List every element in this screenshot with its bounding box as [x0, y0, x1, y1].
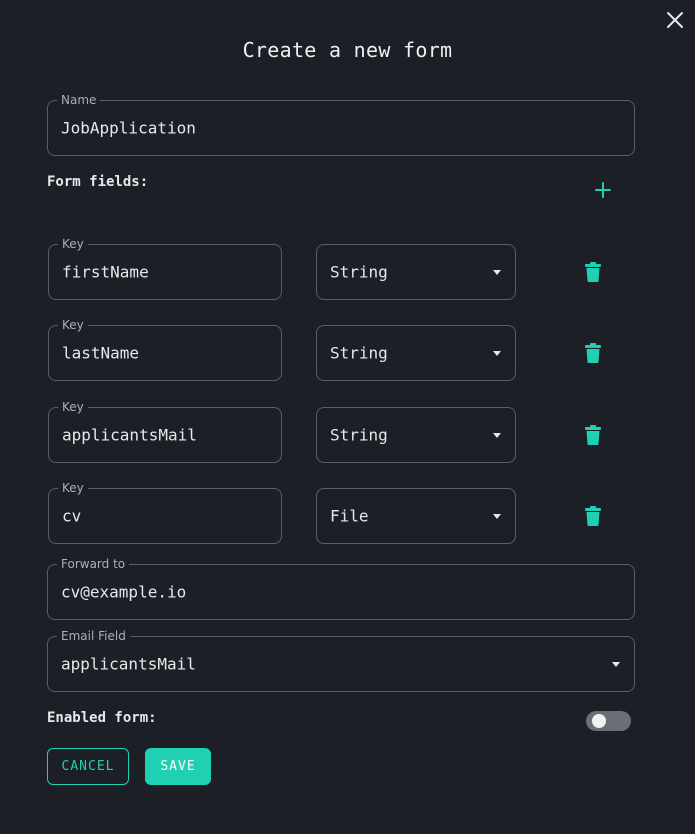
trash-icon[interactable]: [584, 506, 602, 526]
plus-icon[interactable]: [593, 180, 613, 200]
chevron-down-icon: [493, 514, 501, 519]
chevron-down-icon: [493, 433, 501, 438]
type-select[interactable]: String: [316, 407, 516, 463]
toggle-knob: [592, 714, 606, 728]
key-field-label: Key: [58, 481, 88, 495]
email-field-value: applicantsMail: [61, 654, 196, 674]
name-field[interactable]: Name JobApplication: [47, 93, 635, 156]
trash-icon[interactable]: [584, 262, 602, 282]
create-form-dialog: Create a new form Name JobApplication Fo…: [0, 0, 695, 834]
key-field[interactable]: Key firstName: [48, 237, 282, 300]
chevron-down-icon: [493, 270, 501, 275]
trash-icon[interactable]: [584, 343, 602, 363]
key-field-value: applicantsMail: [62, 425, 197, 445]
key-field[interactable]: Key lastName: [48, 318, 282, 381]
trash-icon[interactable]: [584, 425, 602, 445]
chevron-down-icon: [612, 662, 620, 667]
forward-to-value: cv@example.io: [61, 582, 187, 602]
enabled-form-toggle[interactable]: [586, 711, 631, 731]
save-button[interactable]: SAVE: [145, 748, 211, 785]
type-select[interactable]: File: [316, 488, 516, 544]
key-field[interactable]: Key applicantsMail: [48, 400, 282, 463]
type-select-value: String: [330, 262, 388, 282]
type-select-value: File: [330, 506, 369, 526]
dialog-title: Create a new form: [242, 38, 453, 62]
type-select-value: String: [330, 343, 388, 363]
enabled-form-label: Enabled form:: [47, 710, 157, 726]
form-fields-label: Form fields:: [47, 174, 149, 190]
type-select-value: String: [330, 425, 388, 445]
key-field-label: Key: [58, 237, 88, 251]
key-field-value: lastName: [62, 343, 140, 363]
close-icon[interactable]: [664, 9, 686, 31]
email-field-label: Email Field: [57, 629, 130, 643]
name-field-value: JobApplication: [61, 118, 196, 138]
type-select[interactable]: String: [316, 244, 516, 300]
cancel-button[interactable]: CANCEL: [47, 748, 129, 785]
forward-to-field[interactable]: Forward to cv@example.io: [47, 557, 635, 620]
type-select[interactable]: String: [316, 325, 516, 381]
email-field-select[interactable]: Email Field applicantsMail: [47, 629, 635, 692]
key-field-label: Key: [58, 318, 88, 332]
key-field-value: cv: [62, 506, 82, 526]
chevron-down-icon: [493, 351, 501, 356]
key-field[interactable]: Key cv: [48, 481, 282, 544]
forward-to-label: Forward to: [57, 557, 130, 571]
key-field-value: firstName: [62, 262, 149, 282]
key-field-label: Key: [58, 400, 88, 414]
name-field-label: Name: [57, 93, 101, 107]
